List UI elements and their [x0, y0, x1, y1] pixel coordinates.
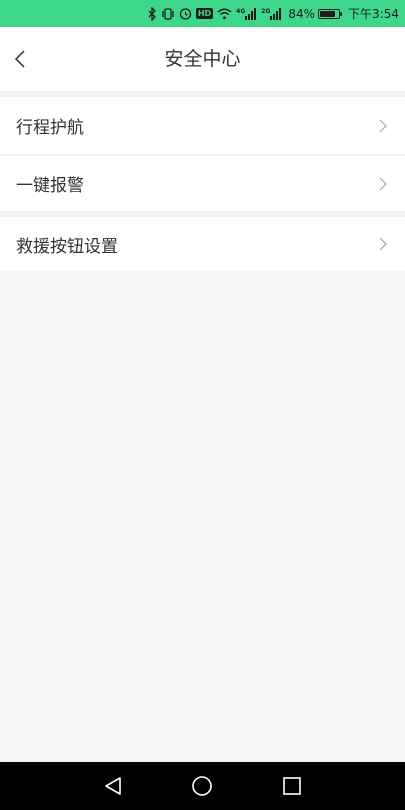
menu-item-trip-escort[interactable]: 行程护航: [0, 97, 405, 154]
status-bar: HD 4G 2G 84% 下午3:54: [0, 0, 405, 27]
back-triangle-icon: [105, 777, 121, 795]
chevron-right-icon: [377, 117, 389, 135]
menu-item-label: 救援按钮设置: [16, 236, 118, 257]
nav-header: 安全中心: [0, 27, 405, 91]
menu-item-label: 一键报警: [16, 176, 84, 196]
menu-item-emergency-alarm[interactable]: 一键报警: [0, 156, 405, 211]
nav-back-button[interactable]: [101, 774, 125, 798]
battery-icon: [318, 8, 343, 19]
wifi-icon: [217, 8, 232, 20]
nav-recents-button[interactable]: [280, 774, 304, 798]
chevron-right-icon: [377, 235, 389, 253]
signal-2g-icon: 2G: [261, 7, 282, 20]
page-title: 安全中心: [164, 48, 241, 70]
recents-square-icon: [283, 777, 301, 795]
menu-item-label: 行程护航: [16, 118, 84, 138]
alarm-clock-icon: [179, 7, 192, 20]
battery-fill: [320, 10, 335, 17]
android-navigation-bar: [0, 762, 405, 810]
home-circle-icon: [192, 776, 212, 796]
status-time: 下午3:54: [348, 7, 399, 21]
hd-badge: HD: [195, 8, 214, 19]
bluetooth-icon: [148, 6, 157, 21]
status-icons: HD 4G 2G: [148, 6, 283, 21]
chevron-right-icon: [377, 175, 389, 193]
network-4g-label: 4G: [236, 7, 246, 15]
network-2g-label: 2G: [261, 7, 271, 15]
vibrate-icon: [161, 7, 175, 21]
nav-home-button[interactable]: [190, 774, 214, 798]
battery-percent: 84%: [288, 6, 316, 21]
menu-item-rescue-button-settings[interactable]: 救援按钮设置: [0, 217, 405, 271]
signal-4g-icon: 4G: [236, 7, 257, 20]
